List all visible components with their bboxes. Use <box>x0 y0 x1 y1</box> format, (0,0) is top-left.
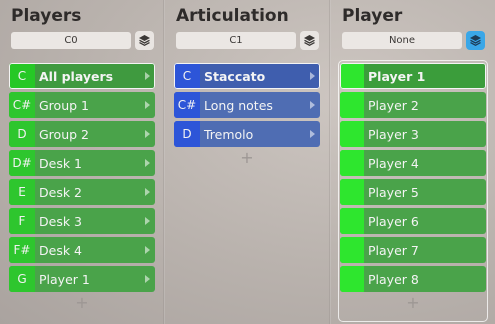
note-badge: C# <box>9 92 35 118</box>
chevron-right-icon <box>145 130 150 138</box>
note-badge: D <box>9 121 35 147</box>
note-badge: E <box>9 179 35 205</box>
players-item-group-2[interactable]: D Group 2 <box>9 121 155 147</box>
item-label: Desk 3 <box>39 213 82 229</box>
note-badge: C# <box>174 92 200 118</box>
players-item-group-1[interactable]: C# Group 1 <box>9 92 155 118</box>
articulation-item-long-notes[interactable]: C# Long notes <box>174 92 320 118</box>
players-item-player-1[interactable]: G Player 1 <box>9 266 155 292</box>
articulation-title: Articulation <box>176 6 289 26</box>
chevron-right-icon <box>310 72 315 80</box>
note-badge: C <box>174 63 200 89</box>
chevron-right-icon <box>145 101 150 109</box>
note-badge: D# <box>9 150 35 176</box>
articulation-note-field[interactable]: C1 <box>176 32 296 49</box>
item-label: Group 1 <box>39 97 89 113</box>
chevron-right-icon <box>145 188 150 196</box>
players-item-desk-1[interactable]: D# Desk 1 <box>9 150 155 176</box>
players-item-all-players[interactable]: C All players <box>9 63 155 89</box>
players-column: Players C0 C All players C# Group 1 D Gr… <box>0 0 163 324</box>
articulation-layers-button[interactable] <box>300 31 319 50</box>
articulation-item-staccato[interactable]: C Staccato <box>174 63 320 89</box>
players-item-desk-2[interactable]: E Desk 2 <box>9 179 155 205</box>
note-badge: G <box>9 266 35 292</box>
chevron-right-icon <box>145 217 150 225</box>
item-label: Desk 4 <box>39 242 82 258</box>
layers-icon <box>139 35 150 47</box>
item-label: Tremolo <box>204 126 254 142</box>
note-badge: D <box>174 121 200 147</box>
layers-icon <box>304 35 315 47</box>
chevron-right-icon <box>145 246 150 254</box>
layers-icon <box>470 35 481 47</box>
players-note-field[interactable]: C0 <box>11 32 131 49</box>
item-label: Player 1 <box>39 271 90 287</box>
note-badge: F <box>9 208 35 234</box>
articulation-item-tremolo[interactable]: D Tremolo <box>174 121 320 147</box>
players-item-desk-3[interactable]: F Desk 3 <box>9 208 155 234</box>
player-note-field[interactable]: None <box>342 32 462 49</box>
players-list: C All players C# Group 1 D Group 2 D# De… <box>9 63 155 311</box>
players-add-button[interactable]: + <box>9 295 155 311</box>
articulation-add-button[interactable]: + <box>174 150 320 166</box>
player-title: Player <box>342 6 403 26</box>
chevron-right-icon <box>310 101 315 109</box>
item-label: All players <box>39 68 114 84</box>
item-label: Staccato <box>204 68 266 84</box>
players-layers-button[interactable] <box>135 31 154 50</box>
chevron-right-icon <box>145 275 150 283</box>
players-title: Players <box>11 6 82 26</box>
item-label: Group 2 <box>39 126 89 142</box>
player-panel-frame <box>338 60 488 322</box>
articulation-list: C Staccato C# Long notes D Tremolo + <box>174 63 320 166</box>
chevron-right-icon <box>145 72 150 80</box>
item-label: Desk 1 <box>39 155 82 171</box>
chevron-right-icon <box>310 130 315 138</box>
item-label: Desk 2 <box>39 184 82 200</box>
chevron-right-icon <box>145 159 150 167</box>
players-item-desk-4[interactable]: F# Desk 4 <box>9 237 155 263</box>
item-label: Long notes <box>204 97 273 113</box>
player-layers-button[interactable] <box>466 31 485 50</box>
note-badge: F# <box>9 237 35 263</box>
note-badge: C <box>9 63 35 89</box>
articulation-column: Articulation C1 C Staccato C# Long notes… <box>165 0 329 324</box>
